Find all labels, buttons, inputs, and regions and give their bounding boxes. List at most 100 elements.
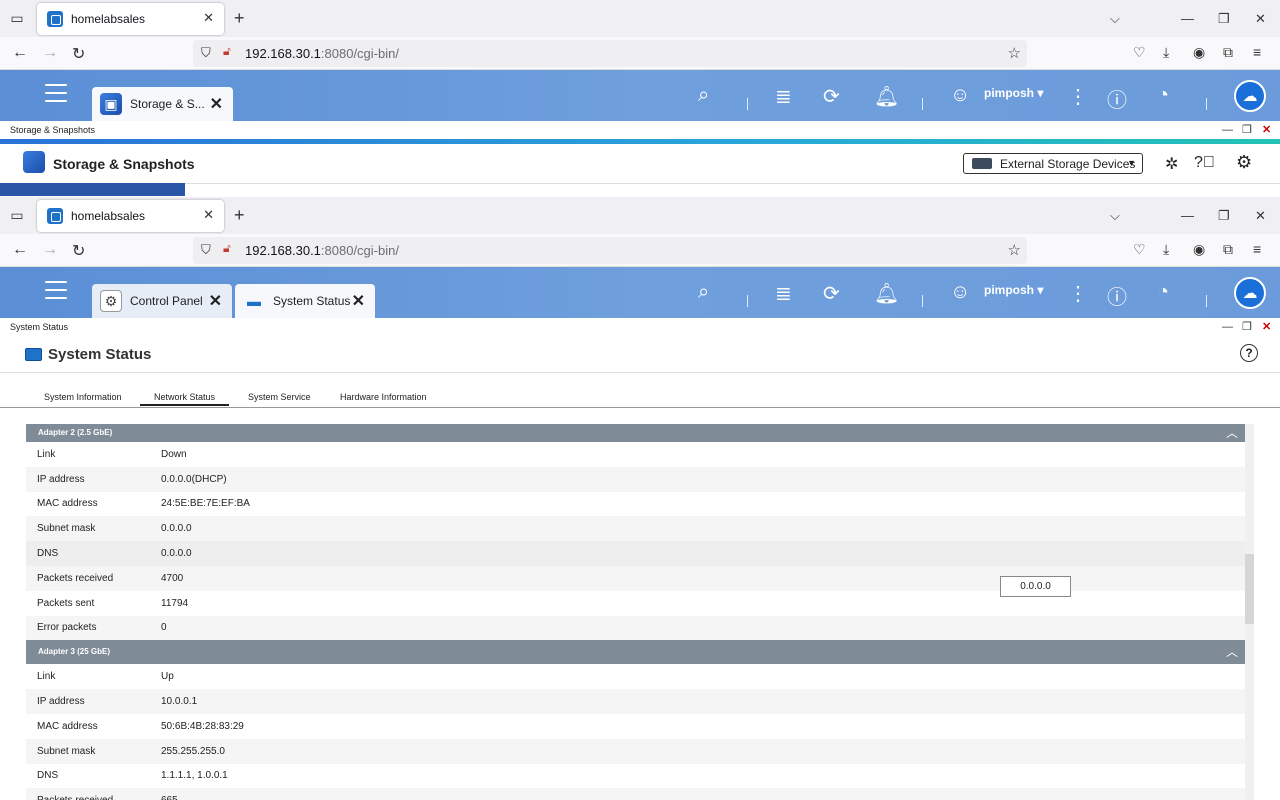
app-window-title: Storage & Snapshots bbox=[10, 125, 96, 135]
close-icon[interactable]: ✕ bbox=[209, 291, 222, 311]
dashboard-gauge-icon[interactable]: ◔ bbox=[1157, 84, 1169, 107]
background-tasks-icon[interactable]: ≣ bbox=[775, 84, 792, 109]
menu-icon[interactable]: ≡ bbox=[1253, 241, 1261, 257]
row-key: Link bbox=[37, 671, 56, 683]
new-tab-icon[interactable]: + bbox=[234, 8, 245, 29]
tab-system-service[interactable]: System Service bbox=[248, 392, 311, 402]
restore-icon[interactable]: ❐ bbox=[1218, 0, 1230, 37]
table-row: DNS 0.0.0.0 bbox=[26, 541, 1245, 566]
bell-icon[interactable]: 🔔︎ bbox=[874, 84, 899, 109]
username[interactable]: pimposh ▾ bbox=[984, 283, 1043, 297]
forward-icon[interactable]: → bbox=[42, 44, 58, 62]
extensions-icon[interactable]: ⧉ bbox=[1223, 241, 1233, 258]
tab-network-status[interactable]: Network Status bbox=[140, 392, 230, 406]
app-window-title: System Status bbox=[10, 322, 69, 332]
chevron-up-icon[interactable]: ︿ bbox=[1226, 424, 1238, 442]
tab-hardware-information[interactable]: Hardware Information bbox=[340, 392, 427, 402]
url-bar[interactable]: ⛉ 🔓︎ 192.168.30.1:8080/cgi-bin/ ☆ bbox=[193, 237, 1027, 264]
back-icon[interactable]: ← bbox=[12, 44, 28, 62]
search-icon[interactable]: ⌕ bbox=[698, 281, 709, 304]
list-all-tabs-icon[interactable]: ▭ bbox=[0, 197, 34, 234]
main-menu-icon[interactable] bbox=[45, 84, 67, 108]
app-window-titlebar: Storage & Snapshots — ❐ ✕ bbox=[0, 121, 1280, 140]
external-storage-dropdown[interactable]: External Storage Devices ▼ bbox=[963, 153, 1143, 174]
qts-tab-system-status[interactable]: ▬ System Status ✕ bbox=[235, 284, 375, 318]
cloud-icon[interactable]: ☁ bbox=[1234, 277, 1266, 309]
close-icon[interactable]: ✕ bbox=[210, 94, 223, 114]
row-value: 665 bbox=[151, 795, 178, 800]
divider bbox=[922, 98, 923, 110]
cloud-icon[interactable]: ☁ bbox=[1234, 80, 1266, 112]
qts-tab-storage[interactable]: ▣ Storage & S... ✕ bbox=[92, 87, 233, 121]
chevron-up-icon[interactable]: ︿ bbox=[1226, 640, 1238, 664]
bell-icon[interactable]: 🔔︎ bbox=[874, 281, 899, 306]
sync-icon[interactable]: ⟳ bbox=[823, 281, 840, 306]
caret-down-icon: ▼ bbox=[1127, 158, 1136, 168]
close-tab-icon[interactable]: ✕ bbox=[203, 10, 214, 26]
menu-icon[interactable]: ≡ bbox=[1253, 44, 1261, 60]
bookmark-star-icon[interactable]: ☆ bbox=[1008, 241, 1021, 259]
minimize-icon[interactable]: — bbox=[1222, 121, 1233, 140]
adapter-header[interactable]: Adapter 3 (25 GbE) ︿ bbox=[26, 640, 1245, 665]
close-icon[interactable]: ✕ bbox=[352, 291, 365, 311]
reload-icon[interactable]: ↻ bbox=[72, 44, 85, 64]
info-icon[interactable]: ⓘ bbox=[1107, 281, 1127, 310]
browser-tab[interactable]: homelabsales ✕ bbox=[37, 200, 224, 232]
chevron-down-icon[interactable]: ⌵ bbox=[1110, 197, 1120, 234]
downloads-icon[interactable]: ⤓ bbox=[1163, 44, 1169, 61]
more-icon[interactable]: ⋮ bbox=[1068, 84, 1088, 109]
site-favicon-icon bbox=[47, 11, 63, 27]
account-icon[interactable]: ◉ bbox=[1193, 241, 1205, 258]
insecure-lock-icon[interactable]: 🔓︎ bbox=[223, 241, 231, 256]
vertical-scrollbar[interactable] bbox=[1245, 424, 1254, 800]
help-icon[interactable]: ? bbox=[1240, 344, 1258, 362]
url-bar[interactable]: ⛉ 🔓︎ 192.168.30.1:8080/cgi-bin/ ☆ bbox=[193, 40, 1027, 67]
shield-icon[interactable]: ⛉ bbox=[201, 242, 211, 258]
insecure-lock-icon[interactable]: 🔓︎ bbox=[223, 44, 231, 59]
list-all-tabs-icon[interactable]: ▭ bbox=[0, 0, 34, 37]
extensions-icon[interactable]: ⧉ bbox=[1223, 44, 1233, 61]
minimize-icon[interactable]: — bbox=[1181, 197, 1194, 234]
dashboard-gauge-icon[interactable]: ◔ bbox=[1157, 281, 1169, 304]
back-icon[interactable]: ← bbox=[12, 241, 28, 259]
tab-system-information[interactable]: System Information bbox=[44, 392, 122, 402]
more-icon[interactable]: ⋮ bbox=[1068, 281, 1088, 306]
close-tab-icon[interactable]: ✕ bbox=[203, 207, 214, 223]
tools-icon[interactable]: ✲ bbox=[1165, 154, 1178, 174]
background-tasks-icon[interactable]: ≣ bbox=[775, 281, 792, 306]
divider bbox=[1206, 295, 1207, 307]
info-icon[interactable]: ⓘ bbox=[1107, 84, 1127, 113]
bookmark-star-icon[interactable]: ☆ bbox=[1008, 44, 1021, 62]
search-icon[interactable]: ⌕ bbox=[698, 84, 709, 107]
qts-topbar-1: ▣ Storage & S... ✕ ⌕ ≣ ⟳ 🔔︎ ☺ pimposh ▾ … bbox=[0, 70, 1280, 121]
shield-icon[interactable]: ⛉ bbox=[201, 45, 211, 61]
username[interactable]: pimposh ▾ bbox=[984, 86, 1043, 100]
main-menu-icon[interactable] bbox=[45, 281, 67, 305]
close-window-icon[interactable]: ✕ bbox=[1255, 0, 1266, 37]
maximize-icon[interactable]: ❐ bbox=[1242, 121, 1252, 140]
sync-icon[interactable]: ⟳ bbox=[823, 84, 840, 109]
pocket-icon[interactable]: ♡ bbox=[1133, 44, 1146, 61]
new-tab-icon[interactable]: + bbox=[234, 205, 245, 226]
user-icon[interactable]: ☺ bbox=[950, 281, 970, 304]
gear-icon[interactable]: ⚙ bbox=[1236, 152, 1252, 173]
adapter-header[interactable]: Adapter 2 (2.5 GbE) ︿ bbox=[26, 424, 1245, 442]
close-icon[interactable]: ✕ bbox=[1262, 121, 1271, 140]
scrollbar-thumb[interactable] bbox=[1245, 554, 1254, 624]
chevron-down-icon[interactable]: ⌵ bbox=[1110, 0, 1120, 37]
help-icon[interactable]: ?⃝ bbox=[1194, 154, 1215, 172]
restore-icon[interactable]: ❐ bbox=[1218, 197, 1230, 234]
row-key: Subnet mask bbox=[37, 523, 96, 535]
pocket-icon[interactable]: ♡ bbox=[1133, 241, 1146, 258]
minimize-icon[interactable]: — bbox=[1181, 0, 1194, 37]
qts-tab-control-panel[interactable]: ⚙ Control Panel ✕ bbox=[92, 284, 232, 318]
browser-tab[interactable]: homelabsales ✕ bbox=[37, 3, 224, 35]
network-status-panel: Adapter 2 (2.5 GbE) ︿ Link Down IP addres… bbox=[26, 424, 1245, 800]
user-icon[interactable]: ☺ bbox=[950, 84, 970, 107]
row-key: IP address bbox=[37, 696, 85, 708]
downloads-icon[interactable]: ⤓ bbox=[1163, 241, 1169, 258]
account-icon[interactable]: ◉ bbox=[1193, 44, 1205, 61]
forward-icon[interactable]: → bbox=[42, 241, 58, 259]
close-window-icon[interactable]: ✕ bbox=[1255, 197, 1266, 234]
reload-icon[interactable]: ↻ bbox=[72, 241, 85, 261]
